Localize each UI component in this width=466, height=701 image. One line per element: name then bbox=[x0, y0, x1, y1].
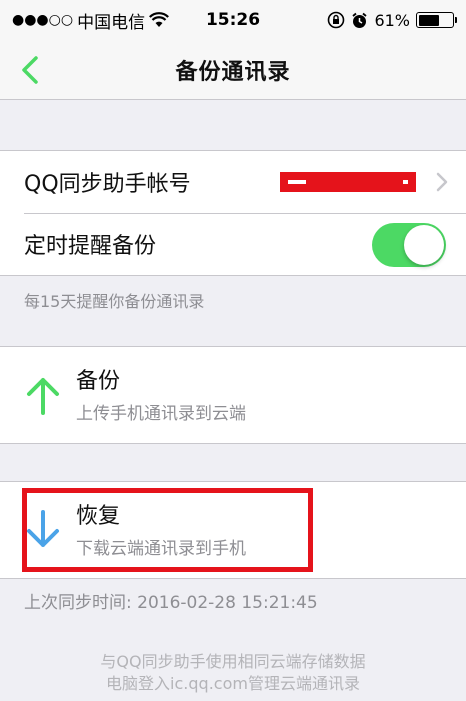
page-title: 备份通讯录 bbox=[175, 59, 291, 85]
navigation-bar: 备份通讯录 bbox=[0, 40, 466, 100]
status-right: 61% bbox=[327, 10, 457, 30]
upload-arrow-icon bbox=[24, 373, 62, 417]
footer-line-2: 电脑登入ic.qq.com管理云端通讯录 bbox=[106, 674, 360, 693]
account-label: QQ同步助手帐号 bbox=[24, 172, 191, 197]
wifi-icon bbox=[149, 12, 170, 27]
status-left: ●●●○○ 中国电信 bbox=[12, 8, 170, 33]
backup-title: 备份 bbox=[76, 368, 121, 394]
backup-group: 备份 上传手机通讯录到云端 bbox=[0, 346, 466, 444]
status-bar: ●●●○○ 中国电信 15:26 61% bbox=[0, 0, 466, 40]
reminder-label: 定时提醒备份 bbox=[24, 234, 157, 259]
signal-strength-icon: ●●●○○ bbox=[12, 12, 74, 28]
rotation-lock-icon bbox=[328, 11, 345, 29]
carrier-name: 中国电信 bbox=[77, 12, 146, 33]
account-value-redacted bbox=[280, 172, 416, 192]
reminder-row: 定时提醒备份 bbox=[0, 213, 466, 275]
battery-level bbox=[418, 14, 439, 26]
reminder-toggle[interactable] bbox=[372, 223, 446, 267]
battery-percent: 61% bbox=[374, 10, 410, 30]
toggle-knob bbox=[404, 225, 444, 265]
footer-line-1: 与QQ同步助手使用相同云端存储数据 bbox=[100, 652, 366, 671]
back-button[interactable] bbox=[10, 50, 50, 90]
battery-icon bbox=[416, 12, 457, 28]
settings-group: QQ同步助手帐号 定时提醒备份 bbox=[0, 150, 466, 276]
account-row[interactable]: QQ同步助手帐号 bbox=[0, 151, 466, 213]
chevron-left-icon bbox=[22, 56, 38, 84]
highlight-box bbox=[22, 488, 313, 572]
last-sync-time: 上次同步时间: 2016-02-28 15:21:45 bbox=[24, 593, 318, 613]
backup-text: 备份 上传手机通讯录到云端 bbox=[76, 367, 246, 424]
backup-subtitle: 上传手机通讯录到云端 bbox=[76, 403, 246, 424]
alarm-icon bbox=[352, 12, 368, 28]
chevron-right-icon bbox=[436, 172, 448, 192]
reminder-hint: 每15天提醒你备份通讯录 bbox=[24, 292, 205, 311]
backup-row[interactable]: 备份 上传手机通讯录到云端 bbox=[0, 347, 466, 443]
